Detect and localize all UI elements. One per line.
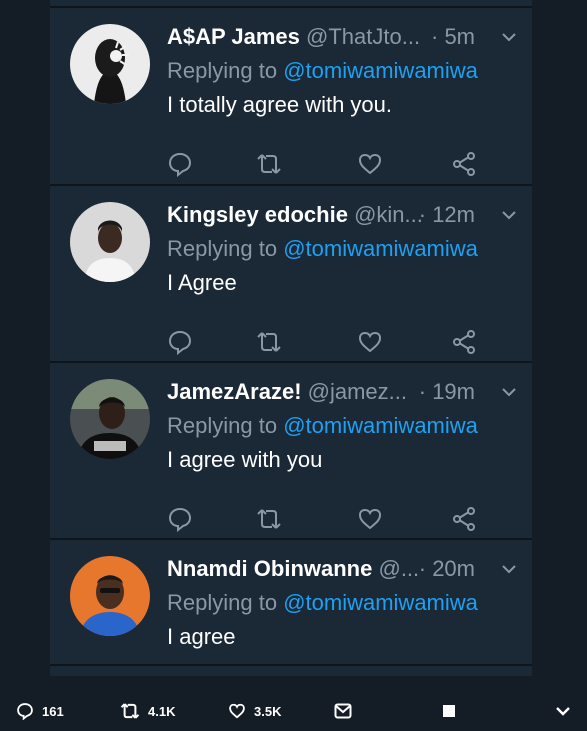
more-options-button[interactable] [555,700,571,722]
reply-header: Kingsley edochie @kin... · 12m [167,200,517,230]
retweet-icon [120,703,140,719]
display-name[interactable]: Kingsley edochie [167,202,348,227]
heart-icon [229,703,245,719]
mention-link[interactable]: @tomiwamiwamiwa [283,58,478,83]
retweets-count: 4.1K [148,703,176,719]
chevron-down-icon[interactable] [501,30,517,44]
like-button[interactable] [357,329,383,355]
replies-count: 161 [42,703,64,719]
retweets-count-button[interactable]: 4.1K [120,700,175,722]
retweet-icon [257,332,281,352]
retweet-icon [257,509,281,529]
likes-count-button[interactable]: 3.5K [228,700,281,722]
mention-link[interactable]: @tomiwamiwamiwa [283,590,478,615]
reply-header: Nnamdi Obinwanne @... · 20m [167,554,517,584]
share-icon [453,152,475,176]
mention-link[interactable]: @tomiwamiwamiwa [283,413,478,438]
display-name[interactable]: JamezAraze! [167,379,302,404]
reply-text: I agree [167,624,236,649]
chevron-down-icon[interactable] [501,208,517,222]
reply-text: I agree with you [167,447,323,472]
replying-label: Replying to [167,58,278,83]
reply-header: JamezAraze! @jamez... · 19m [167,377,517,407]
reply-item[interactable]: A$AP James @ThatJto... · 5m Replying to … [50,8,532,184]
heart-icon [358,153,382,175]
reply-item[interactable]: Nnamdi Obinwanne @... · 20m Replying to … [50,540,532,664]
analytics-icon [443,705,455,717]
avatar[interactable] [70,379,150,459]
timestamp[interactable]: · 19m [419,377,475,407]
action-bar [167,151,487,177]
reply-icon [168,330,192,355]
reply-item[interactable]: Kingsley edochie @kin... · 12m Replying … [50,186,532,362]
share-icon [453,330,475,354]
chevron-down-icon[interactable] [501,562,517,576]
replying-label: Replying to [167,413,278,438]
heart-icon [358,331,382,353]
replies-count-button[interactable]: 161 [16,700,64,722]
timestamp[interactable]: · 20m [419,554,475,584]
retweet-button[interactable] [256,329,282,355]
timestamp[interactable]: · 12m [419,200,475,230]
display-name[interactable]: Nnamdi Obinwanne [167,556,372,581]
chevron-down-icon [556,707,570,716]
divider [50,664,532,666]
share-button[interactable] [451,151,477,177]
action-bar [167,329,487,355]
share-button[interactable] [451,329,477,355]
tweet-action-bar: 161 4.1K 3.5K [0,690,587,731]
share-icon [453,507,475,531]
likes-count: 3.5K [254,703,282,719]
envelope-icon [334,703,352,719]
reply-icon [168,152,192,177]
like-button[interactable] [357,151,383,177]
retweet-button[interactable] [256,506,282,532]
reply-text: I Agree [167,270,237,295]
direct-message-button[interactable] [334,700,352,722]
mention-link[interactable]: @tomiwamiwamiwa [283,236,478,261]
reply-button[interactable] [167,506,193,532]
retweet-button[interactable] [256,151,282,177]
replying-label: Replying to [167,590,278,615]
replying-label: Replying to [167,236,278,261]
share-button[interactable] [451,506,477,532]
chevron-down-icon[interactable] [501,385,517,399]
replying-to: Replying to @tomiwamiwamiwa [167,411,478,441]
user-handle[interactable]: @... [378,556,419,581]
reply-button[interactable] [167,151,193,177]
heart-icon [358,508,382,530]
like-button[interactable] [357,506,383,532]
reply-icon [17,703,33,720]
action-bar [167,506,487,532]
timestamp[interactable]: · 5m [431,22,475,52]
avatar[interactable] [70,556,150,636]
reply-text: I totally agree with you. [167,92,393,117]
user-handle[interactable]: @ThatJto... [306,24,420,49]
avatar[interactable] [70,202,150,282]
user-handle[interactable]: @jamez... [308,379,407,404]
reply-header: A$AP James @ThatJto... · 5m [167,22,517,52]
reply-icon [168,507,192,532]
replying-to: Replying to @tomiwamiwamiwa [167,234,478,264]
retweet-icon [257,154,281,174]
reply-button[interactable] [167,329,193,355]
display-name[interactable]: A$AP James [167,24,300,49]
replies-feed: A$AP James @ThatJto... · 5m Replying to … [50,0,532,676]
reply-item[interactable]: JamezAraze! @jamez... · 19m Replying to … [50,363,532,539]
replying-to: Replying to @tomiwamiwamiwa [167,588,478,618]
analytics-button[interactable] [443,700,455,722]
replying-to: Replying to @tomiwamiwamiwa [167,56,478,86]
avatar[interactable] [70,24,150,104]
user-handle[interactable]: @kin... [354,202,423,227]
